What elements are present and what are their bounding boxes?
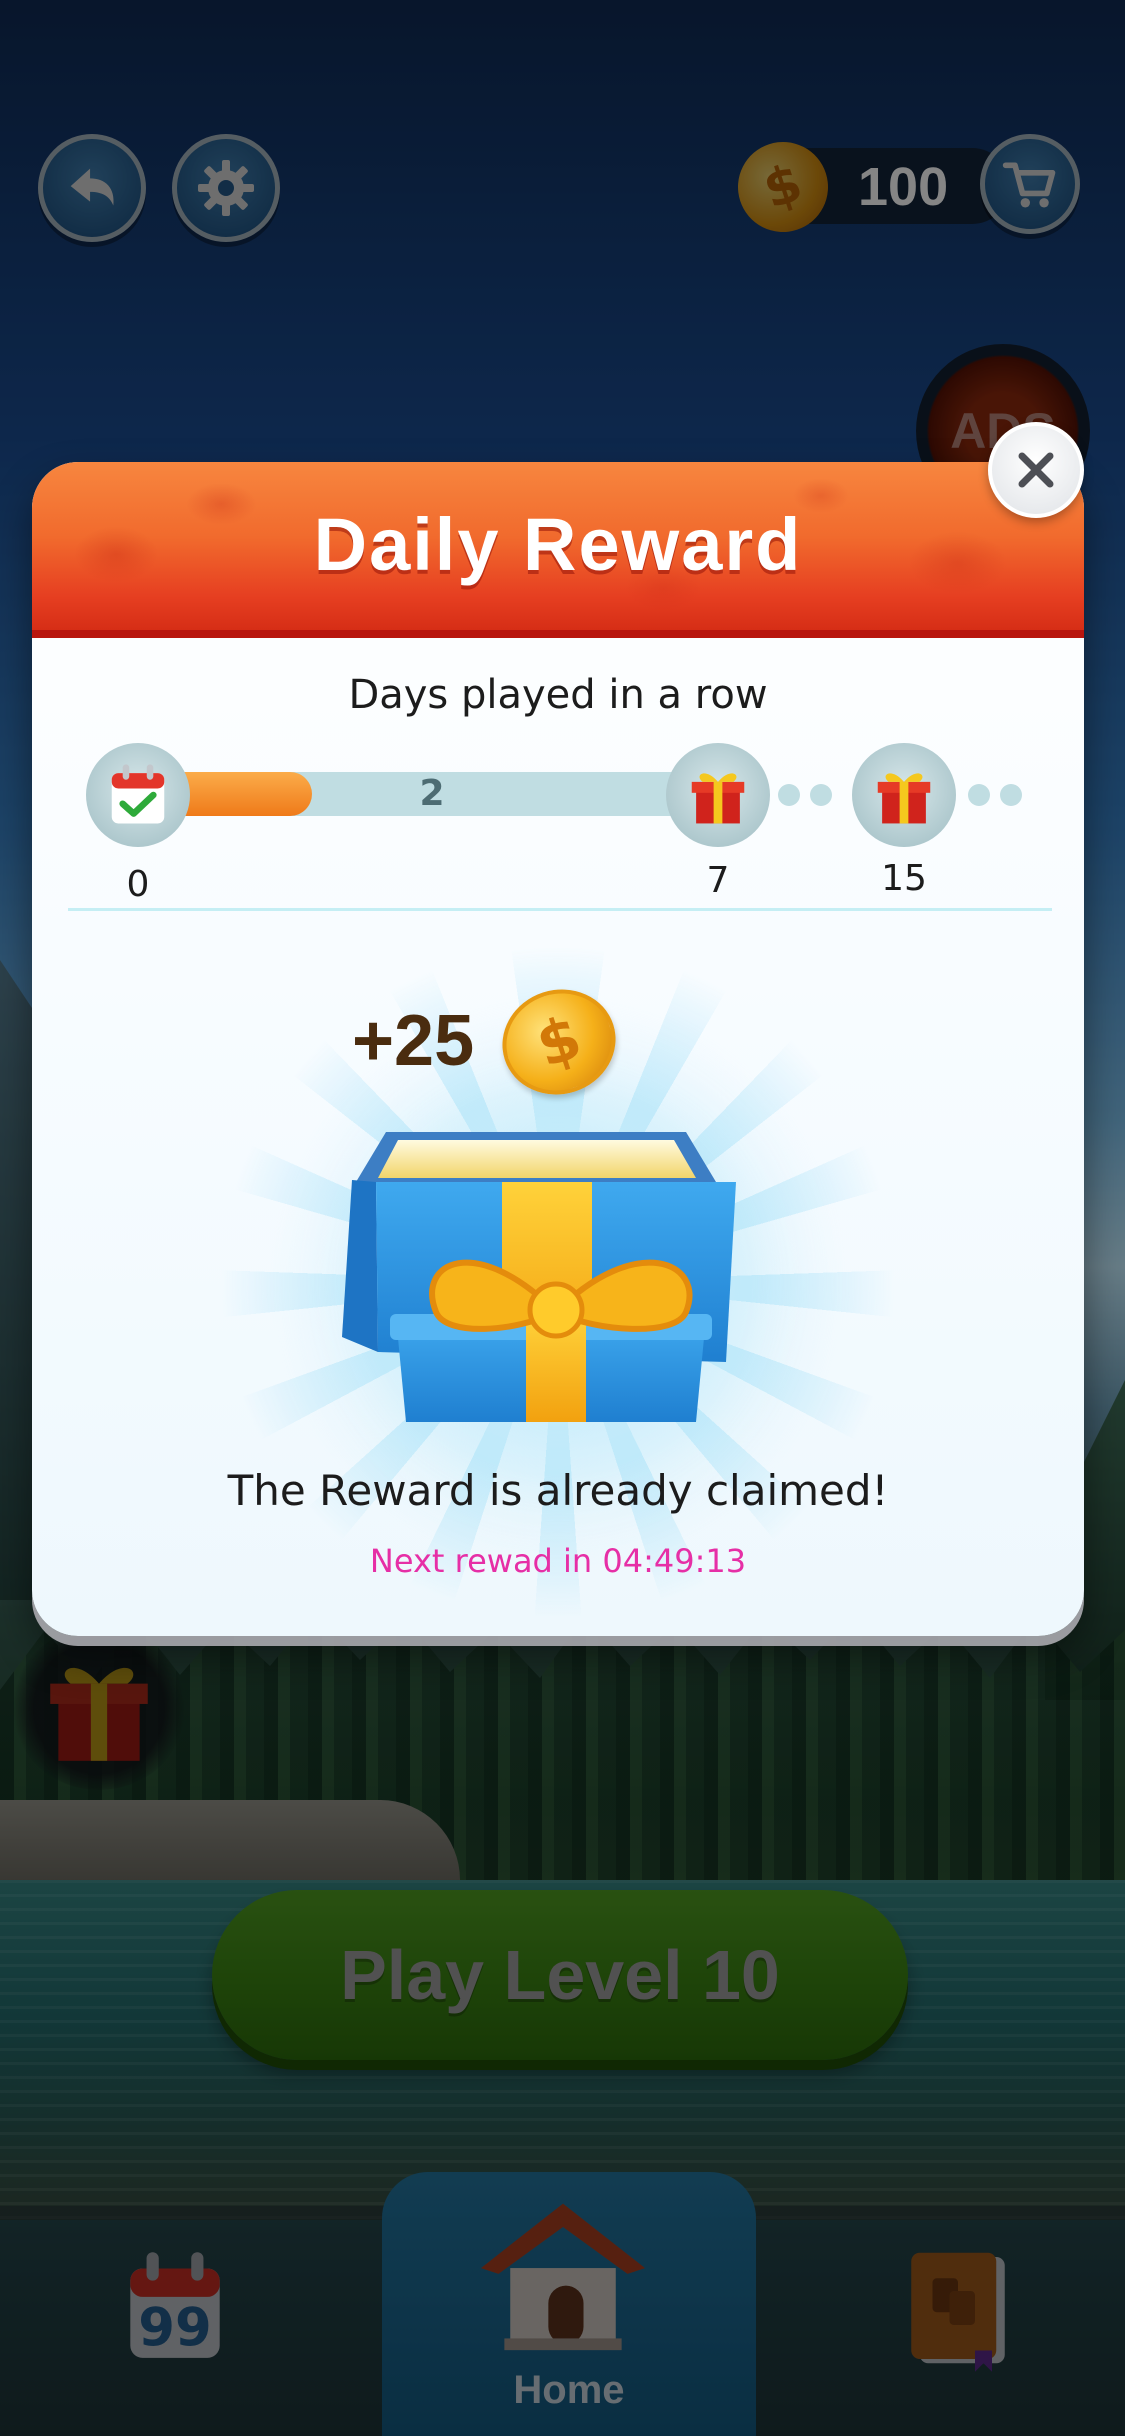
milestone-label-0: 0: [126, 864, 150, 905]
milestone-15: [852, 743, 956, 847]
daily-reward-modal: Daily Reward Days played in a row 2 0 7 …: [32, 462, 1084, 1636]
progress-dots: [968, 784, 1022, 806]
calendar-check-icon: [111, 764, 165, 824]
milestone-start: [86, 743, 190, 847]
streak-progress-bar: 2: [147, 772, 717, 816]
divider: [68, 908, 1052, 911]
reward-amount: +25: [352, 1001, 475, 1081]
progress-dots: [778, 784, 832, 806]
gift-icon: [877, 773, 931, 824]
claimed-message: The Reward is already claimed!: [227, 1466, 889, 1515]
gift-icon: [691, 773, 745, 824]
close-icon: [1018, 452, 1054, 488]
modal-header: Daily Reward: [32, 462, 1084, 638]
close-button[interactable]: [988, 422, 1084, 518]
streak-label: Days played in a row: [348, 672, 768, 718]
open-gift-box-icon: [342, 1132, 736, 1422]
milestone-label-7: 7: [706, 860, 730, 901]
milestone-7: [666, 743, 770, 847]
streak-progress-value: 2: [419, 773, 445, 814]
modal-title: Daily Reward: [313, 503, 803, 586]
milestone-label-15: 15: [881, 858, 927, 899]
next-reward-countdown: Next rewad in 04:49:13: [369, 1542, 747, 1580]
